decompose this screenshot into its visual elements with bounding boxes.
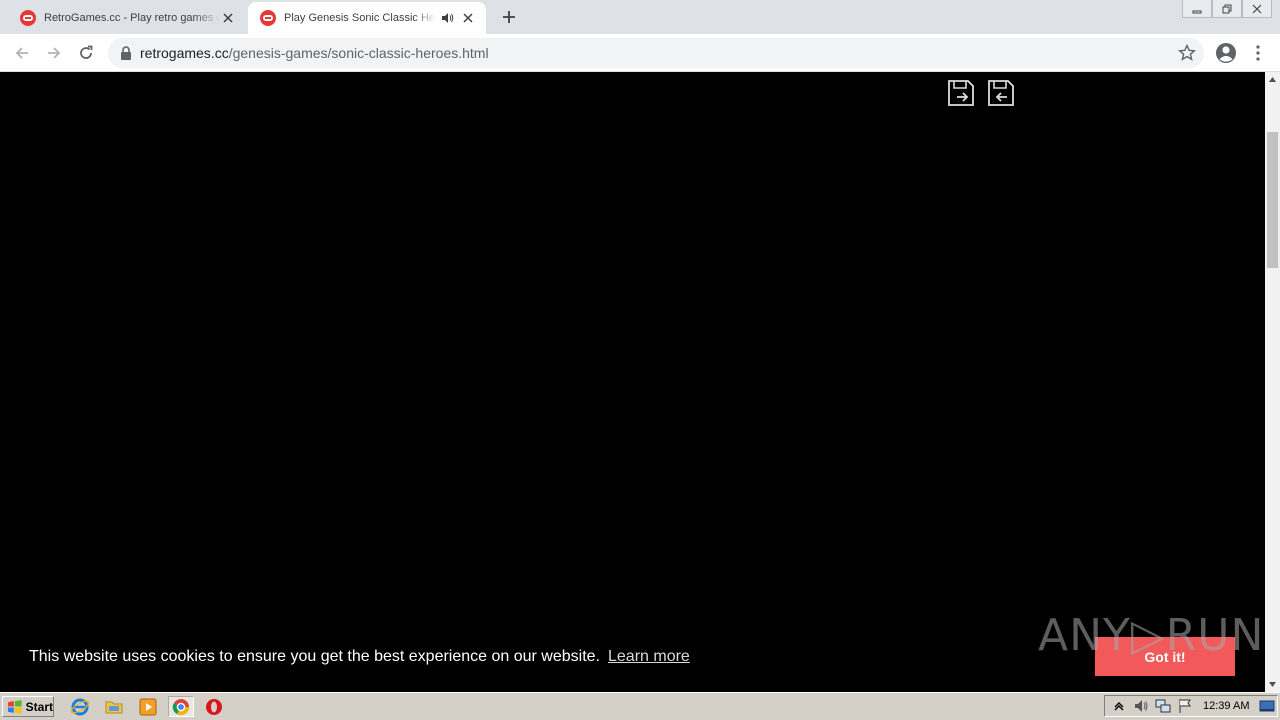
back-button[interactable] (10, 41, 34, 65)
start-label: Start (25, 699, 53, 714)
anyrun-watermark: ANY▷RUN (1038, 610, 1265, 661)
browser-menu-button[interactable] (1248, 41, 1268, 65)
page-scrollbar[interactable] (1265, 72, 1280, 692)
chrome-icon (172, 698, 190, 715)
minimize-button[interactable] (1182, 0, 1212, 18)
close-window-button[interactable] (1242, 0, 1272, 18)
tab-strip: RetroGames.cc - Play retro games online … (0, 0, 1280, 34)
reload-icon (80, 45, 93, 59)
show-desktop-icon[interactable] (1259, 698, 1275, 714)
chrome-taskbar-button[interactable] (168, 696, 194, 717)
scroll-up-button[interactable] (1265, 72, 1280, 87)
audio-playing-icon[interactable] (440, 11, 454, 25)
scroll-down-button[interactable] (1265, 677, 1280, 692)
new-tab-button[interactable] (498, 6, 520, 28)
address-bar[interactable]: retrogames.cc/genesis-games/sonic-classi… (108, 38, 1204, 68)
minimize-icon (1192, 10, 1202, 13)
cookie-message-text: This website uses cookies to ensure you … (29, 648, 600, 665)
lock-icon[interactable] (120, 46, 132, 60)
tab-title: RetroGames.cc - Play retro games online (44, 12, 220, 24)
browser-toolbar: retrogames.cc/genesis-games/sonic-classi… (0, 34, 1280, 72)
learn-more-link[interactable]: Learn more (608, 648, 690, 665)
restore-icon (1222, 4, 1232, 13)
caret-down-icon (1269, 682, 1276, 687)
show-hidden-icons-icon[interactable] (1111, 698, 1127, 714)
kebab-menu-icon (1256, 45, 1260, 61)
arrow-right-icon (48, 47, 61, 59)
scrollbar-thumb[interactable] (1267, 132, 1278, 268)
tab-retrogames[interactable]: RetroGames.cc - Play retro games online (8, 2, 246, 34)
caret-up-icon (1269, 77, 1276, 82)
game-canvas[interactable] (0, 72, 1265, 692)
windows-logo-icon (7, 699, 22, 714)
taskbar: Start 12:39 AM (0, 692, 1280, 720)
tab-title: Play Genesis Sonic Classic Heroes online (284, 12, 436, 24)
window-controls (1182, 0, 1272, 18)
internet-explorer-icon[interactable] (70, 697, 90, 717)
volume-icon[interactable] (1133, 698, 1149, 714)
cookie-message: This website uses cookies to ensure you … (29, 648, 690, 666)
profile-avatar-icon[interactable] (1214, 41, 1238, 65)
plus-icon (503, 11, 515, 23)
url-path: /genesis-games/sonic-classic-heroes.html (228, 45, 489, 61)
action-center-flag-icon[interactable] (1177, 698, 1193, 714)
close-tab-icon[interactable] (220, 10, 236, 26)
tab-sonic-classic-heroes[interactable]: Play Genesis Sonic Classic Heroes online (248, 2, 486, 34)
retrogames-favicon-icon (260, 10, 276, 26)
start-button[interactable]: Start (2, 696, 54, 717)
url-host: retrogames.cc (140, 45, 229, 61)
restore-button[interactable] (1212, 0, 1242, 18)
reload-button[interactable] (74, 41, 98, 65)
system-tray: 12:39 AM (1104, 695, 1278, 717)
close-tab-icon[interactable] (460, 10, 476, 26)
retrogames-favicon-icon (20, 10, 36, 26)
bookmark-star-icon[interactable] (1178, 44, 1196, 62)
close-icon (1252, 4, 1262, 13)
network-icon[interactable] (1155, 698, 1171, 714)
taskbar-clock[interactable]: 12:39 AM (1203, 700, 1249, 712)
arrow-left-icon (15, 47, 28, 59)
media-player-icon[interactable] (138, 697, 158, 717)
opera-icon[interactable] (204, 697, 224, 717)
save-state-icon[interactable] (986, 78, 1016, 108)
file-explorer-icon[interactable] (104, 697, 124, 717)
load-state-icon[interactable] (946, 78, 976, 108)
forward-button[interactable] (42, 41, 66, 65)
